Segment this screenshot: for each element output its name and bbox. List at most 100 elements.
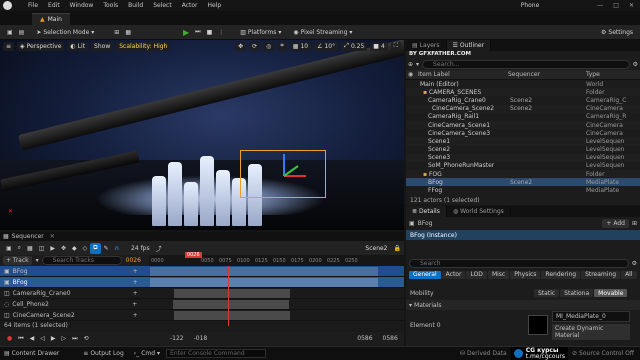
- outliner-row[interactable]: Scene3 LevelSequen: [406, 153, 640, 162]
- outliner-settings-icon[interactable]: ⚙: [633, 61, 638, 68]
- outliner-row[interactable]: Scene1 LevelSequen: [406, 137, 640, 146]
- platforms-dropdown[interactable]: ▥ Platforms ▾: [237, 27, 284, 38]
- outliner-row[interactable]: CineCamera_Scene1 CineCamera: [406, 120, 640, 130]
- outliner-row[interactable]: CameraRig_Rail1 CameraRig_R: [406, 113, 640, 121]
- mobility-static[interactable]: Static: [534, 289, 560, 297]
- perspective-button[interactable]: ◈ Perspective: [17, 41, 65, 51]
- console-input[interactable]: Enter Console Command: [166, 349, 267, 358]
- actor-name[interactable]: BFog: [418, 220, 433, 227]
- filter-streaming[interactable]: Streaming: [581, 270, 621, 279]
- go-start-icon[interactable]: ⏮: [15, 333, 26, 344]
- outliner-row[interactable]: CameraRig_Crane0 Scene2 CameraRig_C: [406, 96, 640, 104]
- range-start[interactable]: -122: [170, 335, 184, 342]
- outliner-row[interactable]: SoM_PhoneRunMaster LevelSequen: [406, 162, 640, 170]
- derived-data-button[interactable]: ⛁ Derived Data: [460, 350, 507, 357]
- save-icon[interactable]: ▣: [4, 27, 16, 38]
- go-end-icon[interactable]: ⏭: [69, 333, 80, 344]
- track-add-icon[interactable]: +: [132, 301, 137, 308]
- filter-rendering[interactable]: Rendering: [541, 270, 581, 279]
- play-reverse-icon[interactable]: ◁: [37, 333, 48, 344]
- menu-select[interactable]: Select: [153, 2, 172, 9]
- grid-snap-button[interactable]: ▦ 10: [289, 41, 312, 51]
- close-tab-icon[interactable]: ✕: [50, 233, 55, 240]
- mobility-movable[interactable]: Movable: [594, 289, 628, 297]
- level-viewport[interactable]: ≡ ◈ Perspective ◐ Lit Show Scalability: …: [0, 40, 404, 230]
- surface-snap-icon[interactable]: ⌗: [277, 41, 287, 51]
- menu-tools[interactable]: Tools: [103, 2, 118, 9]
- track-section[interactable]: [173, 299, 290, 309]
- fps-dropdown[interactable]: 24 fps: [128, 243, 153, 254]
- lock-icon[interactable]: 🔒: [391, 243, 404, 254]
- unreal-logo-icon[interactable]: [3, 1, 12, 10]
- world-icon[interactable]: ◎: [263, 41, 275, 51]
- component-row[interactable]: BFog (Instance): [406, 230, 640, 240]
- step-forward-icon[interactable]: ▷: [59, 333, 70, 344]
- col-item-label[interactable]: Item Label: [418, 71, 508, 78]
- minimize-icon[interactable]: —: [597, 2, 603, 9]
- blueprint-icon[interactable]: ⊞: [111, 27, 122, 38]
- curve-editor-icon[interactable]: ⤴: [153, 243, 165, 254]
- tab-layers[interactable]: ▤ Layers: [406, 40, 447, 51]
- col-sequencer[interactable]: Sequencer: [508, 71, 586, 78]
- track-add-icon[interactable]: +: [133, 268, 138, 275]
- lit-button[interactable]: ◐ Lit: [67, 41, 89, 51]
- playhead-label[interactable]: 0026: [184, 252, 202, 258]
- menu-edit[interactable]: Edit: [48, 2, 60, 9]
- menu-file[interactable]: File: [28, 2, 38, 9]
- selection-mode-dropdown[interactable]: ➤ Selection Mode ▾: [33, 27, 97, 38]
- outliner-row[interactable]: CineCamera_Scene2 Scene2 CineCamera: [406, 104, 640, 113]
- range-out[interactable]: 0586: [357, 335, 372, 342]
- cinematics-icon[interactable]: ▦: [122, 27, 134, 38]
- details-search-input[interactable]: Search: [409, 259, 629, 268]
- track-add-icon[interactable]: +: [133, 312, 138, 319]
- play-icon[interactable]: ▶: [48, 333, 59, 344]
- pixel-streaming-dropdown[interactable]: ◉ Pixel Streaming ▾: [290, 27, 355, 38]
- close-icon[interactable]: ✕: [629, 2, 634, 9]
- track-filter-icon[interactable]: ▾: [36, 257, 39, 264]
- snap-button[interactable]: ⧉: [90, 242, 101, 254]
- edit-icon[interactable]: ✎: [101, 243, 112, 254]
- outliner-row[interactable]: Main (Editor) World: [406, 80, 640, 88]
- material-thumbnail[interactable]: [528, 315, 548, 335]
- filter-lod[interactable]: LOD: [466, 270, 487, 279]
- track-row-selected[interactable]: ▣ BFog +: [0, 266, 404, 277]
- cmd-dropdown[interactable]: ›_ Cmd ▾: [134, 350, 160, 357]
- track-search-input[interactable]: Search Tracks: [41, 256, 122, 265]
- transform-icon[interactable]: ✥: [235, 41, 247, 51]
- outliner-search-input[interactable]: Search...: [422, 60, 630, 69]
- add-component-button[interactable]: + Add: [602, 219, 629, 228]
- scale-snap-button[interactable]: ⤢ 0.25: [341, 41, 368, 51]
- step-icon[interactable]: ⏭: [192, 27, 203, 38]
- menu-build[interactable]: Build: [128, 2, 143, 9]
- camera-speed-button[interactable]: ■ 4: [370, 41, 388, 51]
- track-row[interactable]: ◫ CineCamera_Scene2 +: [0, 310, 404, 321]
- filter-misc[interactable]: Misc: [487, 270, 510, 279]
- output-log-button[interactable]: ≡ Output Log: [83, 350, 124, 357]
- range-end[interactable]: 0586: [383, 335, 398, 342]
- rotation-snap-button[interactable]: ∠ 10°: [314, 41, 339, 51]
- save-sequence-icon[interactable]: ▣: [3, 243, 15, 254]
- camera-lock-icon[interactable]: ▦: [24, 243, 36, 254]
- filter-physics[interactable]: Physics: [510, 270, 541, 279]
- scene-breadcrumb[interactable]: Scene2: [362, 243, 390, 254]
- materials-section-header[interactable]: ▾ Materials: [406, 300, 640, 310]
- key-icon[interactable]: ◆: [69, 243, 80, 254]
- magnet-icon[interactable]: ∩: [112, 243, 122, 254]
- outliner-row[interactable]: Scene2 LevelSequen: [406, 146, 640, 154]
- outliner-row[interactable]: ▪ FOG Folder: [406, 170, 640, 179]
- range-in[interactable]: -018: [194, 335, 208, 342]
- curve-icon[interactable]: ◇: [80, 243, 91, 254]
- filter-all[interactable]: All: [621, 270, 637, 279]
- create-dynamic-material-button[interactable]: Create Dynamic Material: [552, 323, 630, 340]
- details-settings-icon[interactable]: ⚙: [632, 260, 637, 267]
- maximize-icon[interactable]: □: [613, 2, 619, 9]
- stop-icon[interactable]: ■: [204, 27, 216, 38]
- filter-general[interactable]: General: [409, 270, 441, 279]
- track-row-selected[interactable]: ▣ BFog +: [0, 277, 404, 288]
- mobility-stationary[interactable]: Stationa: [560, 289, 594, 297]
- tab-main[interactable]: ▲ Main: [32, 13, 70, 25]
- scalability-badge[interactable]: Scalability: High: [116, 41, 171, 51]
- filter-icon[interactable]: ▾: [416, 61, 419, 68]
- track-row[interactable]: ◌ Cell_Phone2 +: [0, 299, 404, 310]
- show-button[interactable]: Show: [91, 41, 114, 51]
